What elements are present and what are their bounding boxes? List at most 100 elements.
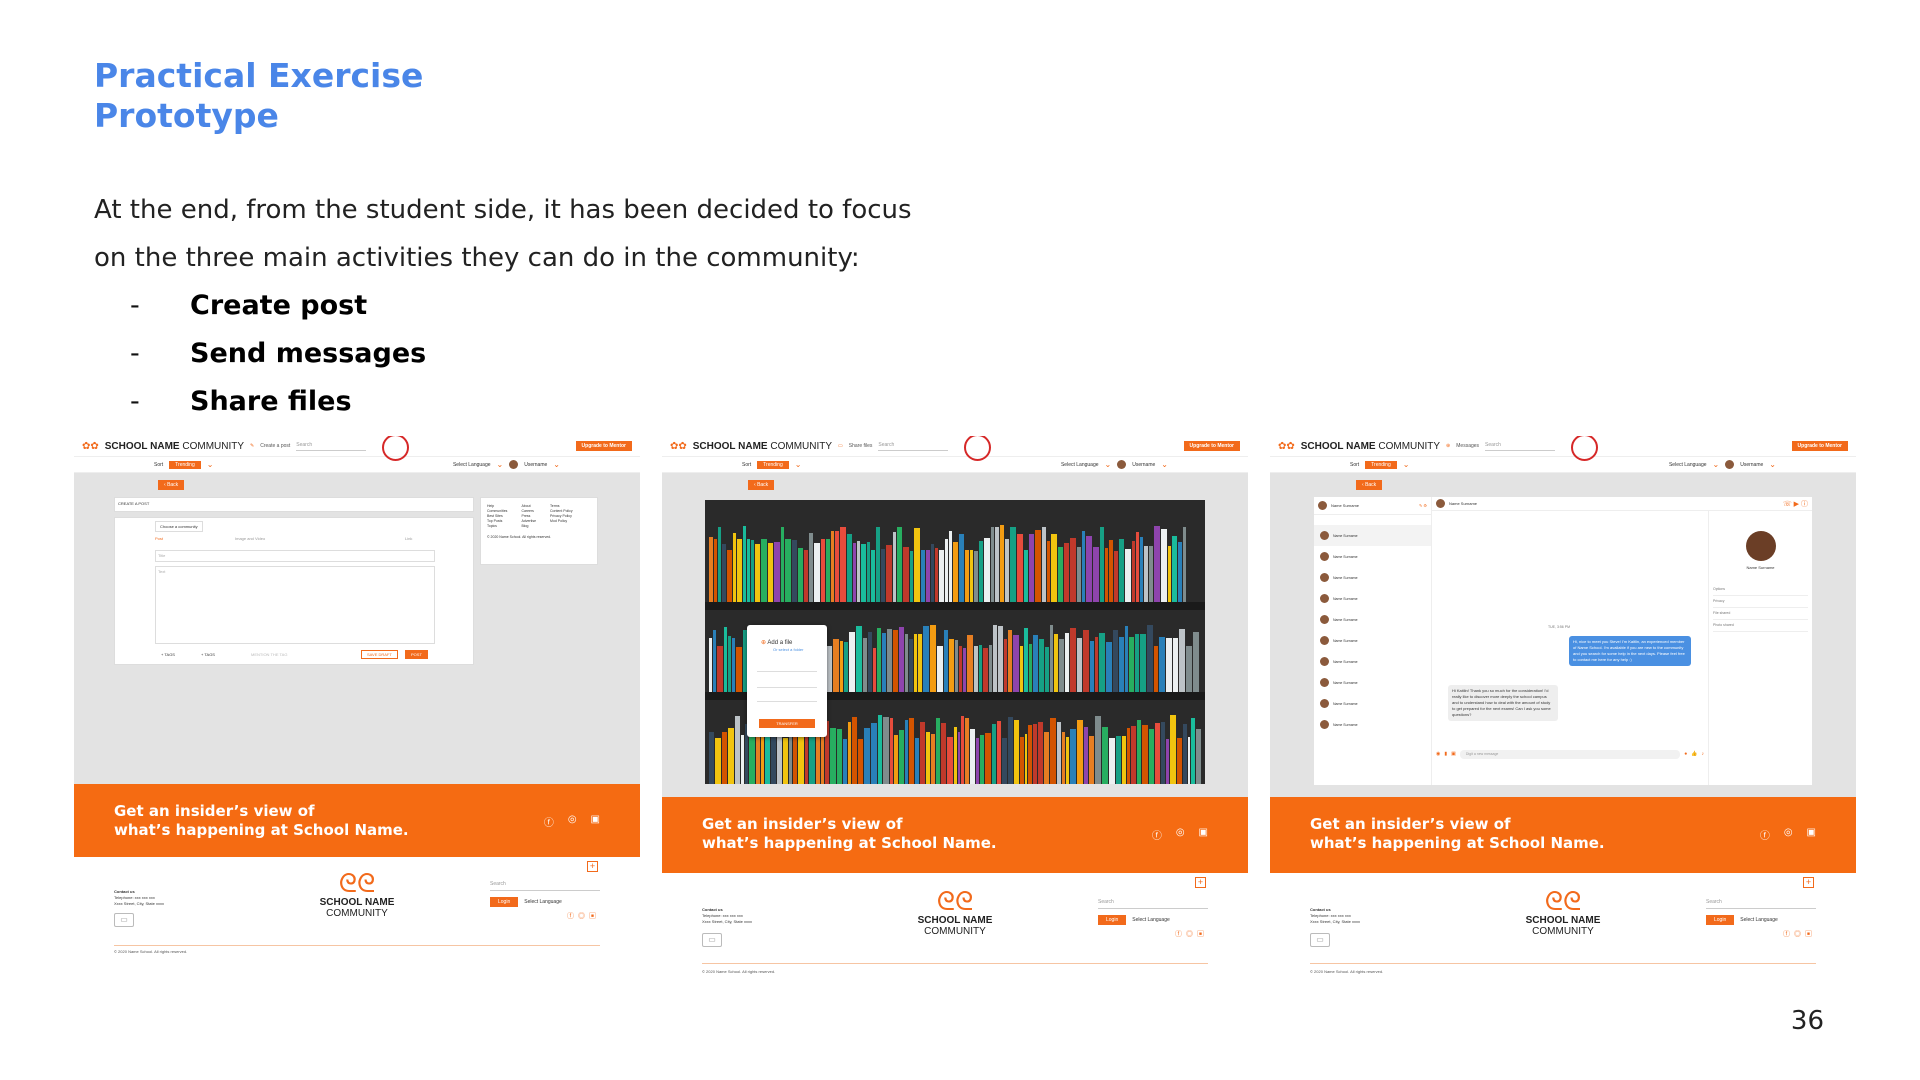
trending-pill[interactable]: Trending [757, 460, 789, 469]
footer-social-icons[interactable]: ⓕ◎▣ [490, 911, 600, 921]
contact-item[interactable]: Name Surname [1314, 609, 1431, 630]
facebook-icon[interactable]: ⓕ [1152, 827, 1162, 842]
login-button[interactable]: Login [490, 897, 519, 907]
search-input[interactable]: Search [878, 442, 949, 451]
back-button[interactable]: ‹ Back [748, 480, 775, 490]
contact-item[interactable]: Name Surname [1314, 567, 1431, 588]
instagram-icon[interactable]: ◎ [1784, 827, 1793, 842]
language-select[interactable]: Select Language [453, 462, 491, 468]
edit-icon[interactable]: ✎ ⚙ [1419, 503, 1427, 508]
link[interactable]: Blog [521, 524, 536, 529]
profile-option[interactable]: Privacy [1713, 596, 1808, 608]
text-input[interactable]: Text [155, 566, 435, 644]
chat-icon[interactable]: ▭ [1310, 933, 1330, 947]
search-input[interactable]: Search [1485, 442, 1556, 451]
mic-icon[interactable]: ♪ [1702, 751, 1705, 757]
field-line[interactable] [757, 701, 817, 702]
upgrade-button[interactable]: Upgrade to Mentor [1791, 441, 1848, 451]
community-select[interactable]: Choose a community [155, 521, 203, 532]
profile-option[interactable]: File shared [1713, 608, 1808, 620]
footer-search[interactable]: Search [1706, 899, 1816, 909]
field-line[interactable] [757, 671, 817, 672]
footer-social-icons[interactable]: ⓕ◎▣ [1706, 929, 1816, 939]
emoji-icon[interactable]: ● [1684, 751, 1687, 757]
file-icon[interactable]: ▮ [1444, 751, 1447, 757]
save-draft-button[interactable]: SAVE DRAFT [361, 650, 398, 659]
image-icon[interactable]: ▣ [1451, 751, 1456, 757]
add-tag-button[interactable]: + TAGS [161, 652, 175, 657]
plus-icon[interactable]: + [1803, 877, 1814, 888]
tab-image[interactable]: Image and Video [235, 536, 265, 541]
username[interactable]: Username [1740, 462, 1763, 468]
language-select[interactable]: Select Language [1669, 462, 1707, 468]
add-tag-button[interactable]: + TAGS [201, 652, 215, 657]
language-select[interactable]: Select Language [524, 899, 562, 905]
chevron-down-icon[interactable]: ⌄ [1105, 460, 1112, 469]
linkedin-icon[interactable]: ▣ [591, 814, 600, 829]
language-select[interactable]: Select Language [1061, 462, 1099, 468]
like-icon[interactable]: 👍 [1691, 751, 1697, 757]
nav-action[interactable]: Share files [849, 443, 873, 449]
chevron-down-icon[interactable]: ⌄ [1403, 460, 1410, 469]
nav-action[interactable]: Create a post [260, 443, 290, 449]
profile-option[interactable]: Options [1713, 584, 1808, 596]
trending-pill[interactable]: Trending [169, 460, 201, 469]
avatar[interactable] [1117, 460, 1127, 469]
back-button[interactable]: ‹ Back [158, 480, 185, 490]
tab-post[interactable]: Post [155, 536, 163, 541]
message-input[interactable]: Digit a new message [1459, 749, 1681, 759]
contact-item[interactable]: Name Surname [1314, 672, 1431, 693]
login-button[interactable]: Login [1098, 915, 1127, 925]
username[interactable]: Username [524, 462, 547, 468]
avatar[interactable] [1725, 460, 1735, 469]
chevron-down-icon[interactable]: ⌄ [1769, 460, 1776, 469]
contact-item[interactable]: Name Surname [1314, 630, 1431, 651]
search-input[interactable]: Search [296, 442, 367, 451]
add-file-button[interactable]: ⊕ Add a file [761, 639, 792, 646]
avatar[interactable] [509, 460, 519, 469]
linkedin-icon[interactable]: ▣ [1807, 827, 1816, 842]
upgrade-button[interactable]: Upgrade to Mentor [575, 441, 632, 451]
chevron-down-icon[interactable]: ⌄ [553, 460, 560, 469]
field-line[interactable] [757, 687, 817, 688]
post-button[interactable]: POST [405, 650, 428, 659]
linkedin-icon[interactable]: ▣ [1199, 827, 1208, 842]
instagram-icon[interactable]: ◎ [1176, 827, 1185, 842]
footer-search[interactable]: Search [1098, 899, 1208, 909]
language-select[interactable]: Select Language [1740, 917, 1778, 923]
chevron-down-icon[interactable]: ⌄ [1713, 460, 1720, 469]
instagram-icon[interactable]: ◎ [568, 814, 577, 829]
chevron-down-icon[interactable]: ⌄ [795, 460, 802, 469]
chevron-down-icon[interactable]: ⌄ [1161, 460, 1168, 469]
chat-icon[interactable]: ▭ [114, 913, 134, 927]
chevron-down-icon[interactable]: ⌄ [207, 460, 214, 469]
facebook-icon[interactable]: ⓕ [544, 814, 554, 829]
contact-item[interactable]: Name Surname [1314, 651, 1431, 672]
facebook-icon[interactable]: ⓕ [1760, 827, 1770, 842]
contact-item[interactable]: Name Surname [1314, 714, 1431, 735]
title-input[interactable]: Title [155, 550, 435, 562]
contact-item[interactable]: Name Surname [1314, 693, 1431, 714]
link[interactable]: Mod Policy [550, 519, 573, 524]
chat-icon[interactable]: ▭ [702, 933, 722, 947]
profile-option[interactable]: Photo shared [1713, 620, 1808, 632]
back-button[interactable]: ‹ Back [1356, 480, 1383, 490]
transfer-button[interactable]: TRANSFER [759, 719, 815, 728]
footer-social-icons[interactable]: ⓕ◎▣ [1098, 929, 1208, 939]
upgrade-button[interactable]: Upgrade to Mentor [1183, 441, 1240, 451]
plus-icon[interactable]: + [587, 861, 598, 872]
mention-tag[interactable]: MENTION THE TAG [251, 652, 287, 657]
footer-search[interactable]: Search [490, 881, 600, 891]
chevron-down-icon[interactable]: ⌄ [497, 460, 504, 469]
contact-item[interactable]: Name Surname [1314, 546, 1431, 567]
contact-item[interactable]: Name Surname [1314, 588, 1431, 609]
language-select[interactable]: Select Language [1132, 917, 1170, 923]
tab-link[interactable]: Link [405, 536, 412, 541]
trending-pill[interactable]: Trending [1365, 460, 1397, 469]
link[interactable]: Topics [487, 524, 507, 529]
contact-item[interactable]: Name Surname [1314, 525, 1431, 546]
camera-icon[interactable]: ◉ [1436, 751, 1440, 757]
login-button[interactable]: Login [1706, 915, 1735, 925]
call-icons[interactable]: ☏ ▶ ⓘ [1783, 499, 1808, 509]
select-folder-link[interactable]: Or select a folder [773, 647, 803, 652]
